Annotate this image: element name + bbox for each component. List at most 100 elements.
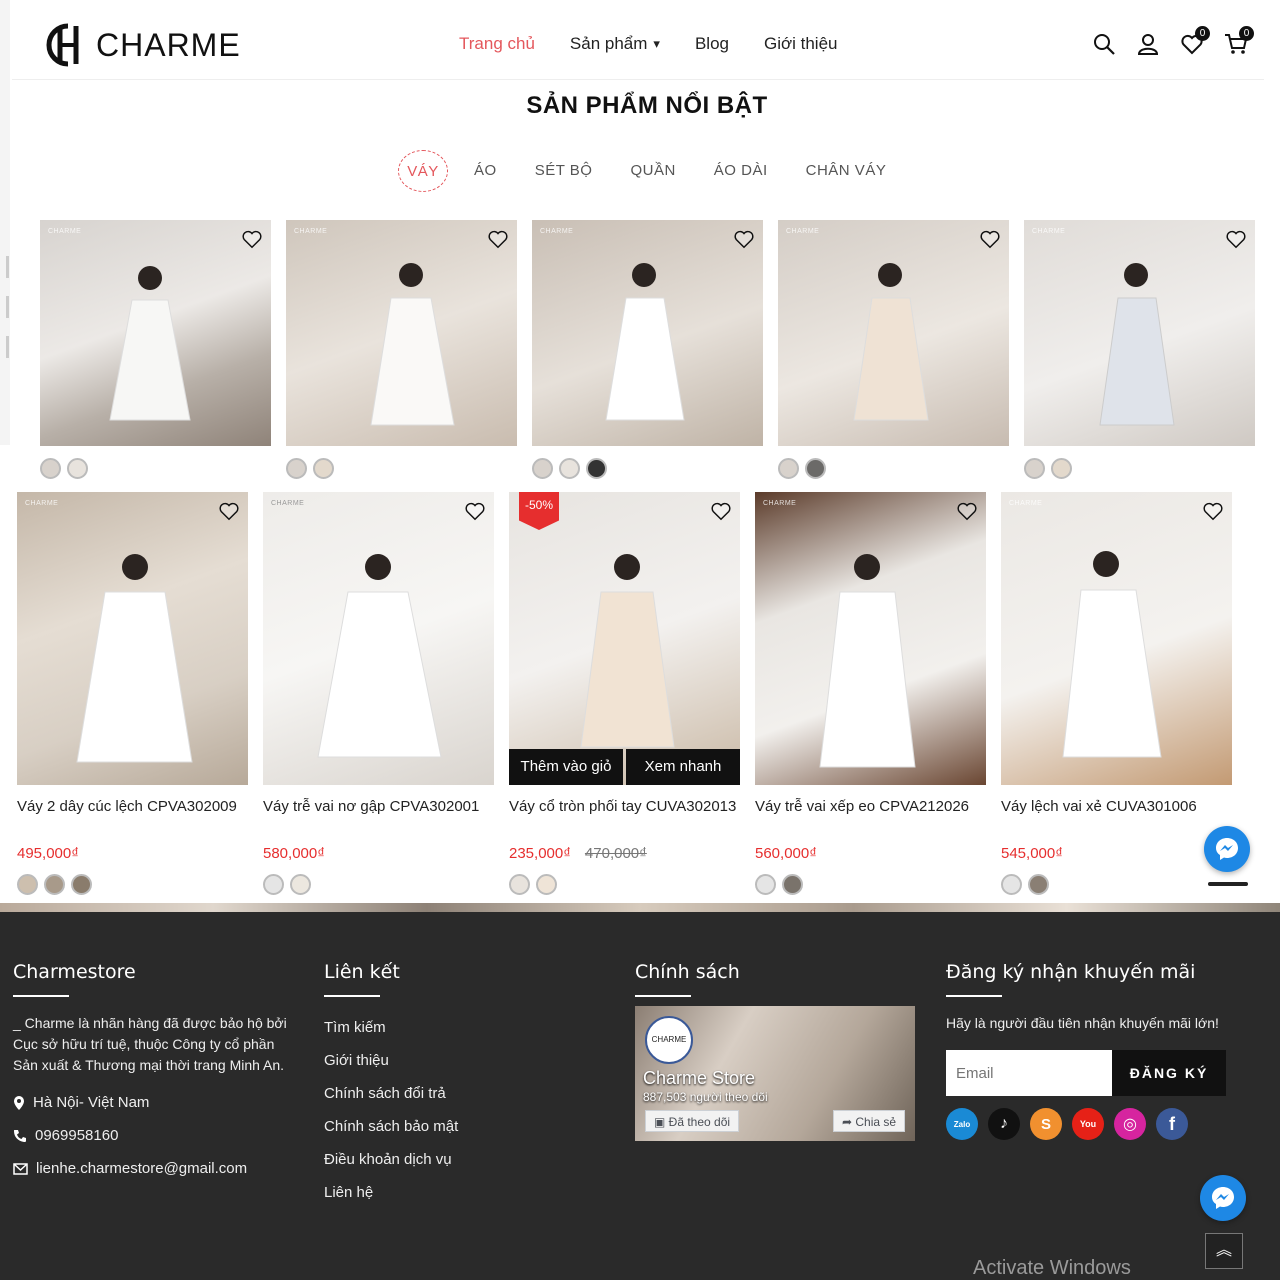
product-card[interactable]: CHARME: [1024, 220, 1255, 479]
tab-set-bo[interactable]: SÉT BỘ: [535, 150, 593, 192]
swatch[interactable]: [1024, 458, 1045, 479]
footer-link-terms[interactable]: Điều khoản dịch vụ: [324, 1151, 458, 1168]
product-name[interactable]: Váy trễ vai xếp eo CPVA212026: [755, 797, 986, 833]
heart-icon[interactable]: [1225, 228, 1247, 250]
swatch[interactable]: [286, 458, 307, 479]
swatch[interactable]: [44, 874, 65, 895]
nav-about[interactable]: Giới thiệu: [764, 34, 838, 54]
back-to-top-button[interactable]: ︽: [1205, 1233, 1243, 1269]
newsletter-email-input[interactable]: [946, 1050, 1112, 1096]
footer-link-privacy[interactable]: Chính sách bảo mật: [324, 1118, 458, 1135]
subscribe-button[interactable]: ĐĂNG KÝ: [1112, 1050, 1226, 1096]
heart-icon[interactable]: [710, 500, 732, 522]
nav-blog[interactable]: Blog: [695, 34, 729, 54]
tab-ao-dai[interactable]: ÁO DÀI: [714, 150, 768, 192]
swatch[interactable]: [778, 458, 799, 479]
messenger-chat-button[interactable]: [1204, 826, 1250, 872]
heart-icon[interactable]: [733, 228, 755, 250]
facebook-page-widget[interactable]: CHARME Charme Store 887,503 người theo d…: [635, 1006, 915, 1141]
swatch[interactable]: [17, 874, 38, 895]
logo[interactable]: CHARME: [40, 20, 241, 70]
product-image[interactable]: CHARME: [778, 220, 1009, 446]
swatch[interactable]: [67, 458, 88, 479]
product-image[interactable]: CHARME: [286, 220, 517, 446]
swatch[interactable]: [290, 874, 311, 895]
product-image[interactable]: CHARME: [40, 220, 271, 446]
tab-vay[interactable]: VÁY: [398, 150, 448, 192]
product-card[interactable]: CHARME Váy trễ vai xếp eo CPVA212026 560…: [755, 492, 986, 895]
product-image[interactable]: CHARME: [755, 492, 986, 785]
product-image[interactable]: -50% Thêm vào giỏ Xem nhanh: [509, 492, 740, 785]
product-image[interactable]: CHARME: [1001, 492, 1232, 785]
swatch[interactable]: [71, 874, 92, 895]
swatch[interactable]: [532, 458, 553, 479]
phone-text[interactable]: 0969958160: [35, 1127, 118, 1144]
fb-share-button[interactable]: ➦ Chia sẻ: [833, 1110, 906, 1132]
swatch[interactable]: [559, 458, 580, 479]
youtube-icon[interactable]: You: [1072, 1108, 1104, 1140]
swatch[interactable]: [313, 458, 334, 479]
heart-icon[interactable]: [241, 228, 263, 250]
facebook-icon[interactable]: f: [1156, 1108, 1188, 1140]
swatch[interactable]: [509, 874, 530, 895]
swatch[interactable]: [1051, 458, 1072, 479]
current-price: 545,000₫: [1001, 845, 1063, 862]
product-name[interactable]: Váy cổ tròn phối tay CUVA302013: [509, 797, 740, 833]
swatch[interactable]: [755, 874, 776, 895]
heart-icon[interactable]: [979, 228, 1001, 250]
tiktok-icon[interactable]: ♪: [988, 1108, 1020, 1140]
tab-quan[interactable]: QUẦN: [630, 150, 675, 192]
fb-followed-button[interactable]: ▣ Đã theo dõi: [645, 1110, 740, 1132]
product-card[interactable]: CHARME Váy 2 dây cúc lệch CPVA302009 495…: [17, 492, 248, 895]
footer-link-returns[interactable]: Chính sách đổi trả: [324, 1085, 458, 1102]
zalo-icon[interactable]: Zalo: [946, 1108, 978, 1140]
nav-products[interactable]: Sản phẩm ▾: [570, 34, 660, 54]
user-icon[interactable]: [1136, 32, 1160, 56]
product-card[interactable]: CHARME: [40, 220, 271, 479]
footer-link-search[interactable]: Tìm kiếm: [324, 1019, 458, 1036]
swatch[interactable]: [586, 458, 607, 479]
footer-link-contact[interactable]: Liên hệ: [324, 1184, 458, 1201]
product-card[interactable]: CHARME Váy lệch vai xẻ CUVA301006 545,00…: [1001, 492, 1232, 895]
product-card[interactable]: CHARME: [778, 220, 1009, 479]
product-image[interactable]: CHARME: [263, 492, 494, 785]
swatch[interactable]: [805, 458, 826, 479]
footer-link-about[interactable]: Giới thiệu: [324, 1052, 458, 1069]
heart-icon[interactable]: [1202, 500, 1224, 522]
dress-silhouette: [317, 554, 442, 758]
shopee-icon[interactable]: S: [1030, 1108, 1062, 1140]
nav-home[interactable]: Trang chủ: [459, 34, 535, 54]
swatch[interactable]: [782, 874, 803, 895]
wishlist-icon[interactable]: 0: [1180, 26, 1210, 56]
heart-icon[interactable]: [218, 500, 240, 522]
add-to-cart-button[interactable]: Thêm vào giỏ: [509, 749, 623, 785]
fb-page-name[interactable]: Charme Store: [643, 1068, 755, 1089]
product-card[interactable]: CHARME: [286, 220, 517, 479]
tab-chan-vay[interactable]: CHÂN VÁY: [806, 150, 887, 192]
swatch[interactable]: [263, 874, 284, 895]
product-card[interactable]: -50% Thêm vào giỏ Xem nhanh Váy cổ tròn …: [509, 492, 740, 895]
messenger-icon: [1216, 838, 1238, 860]
email-text[interactable]: lienhe.charmestore@gmail.com: [36, 1160, 247, 1177]
heart-icon[interactable]: [464, 500, 486, 522]
swatch[interactable]: [1028, 874, 1049, 895]
swatch[interactable]: [1001, 874, 1022, 895]
product-image[interactable]: CHARME: [1024, 220, 1255, 446]
product-name[interactable]: Váy 2 dây cúc lệch CPVA302009: [17, 797, 248, 833]
swatch[interactable]: [536, 874, 557, 895]
product-name[interactable]: Váy lệch vai xẻ CUVA301006: [1001, 797, 1232, 833]
tab-ao[interactable]: ÁO: [474, 150, 497, 192]
instagram-icon[interactable]: ◎: [1114, 1108, 1146, 1140]
search-icon[interactable]: [1092, 32, 1116, 56]
product-card[interactable]: CHARME: [532, 220, 763, 479]
product-image[interactable]: CHARME: [17, 492, 248, 785]
cart-icon[interactable]: 0: [1224, 26, 1254, 56]
heart-icon[interactable]: [487, 228, 509, 250]
messenger-chat-button-2[interactable]: [1200, 1175, 1246, 1221]
heart-icon[interactable]: [956, 500, 978, 522]
product-image[interactable]: CHARME: [532, 220, 763, 446]
product-card[interactable]: CHARME Váy trễ vai nơ gập CPVA302001 580…: [263, 492, 494, 895]
quick-view-button[interactable]: Xem nhanh: [626, 749, 740, 785]
product-name[interactable]: Váy trễ vai nơ gập CPVA302001: [263, 797, 494, 833]
swatch[interactable]: [40, 458, 61, 479]
